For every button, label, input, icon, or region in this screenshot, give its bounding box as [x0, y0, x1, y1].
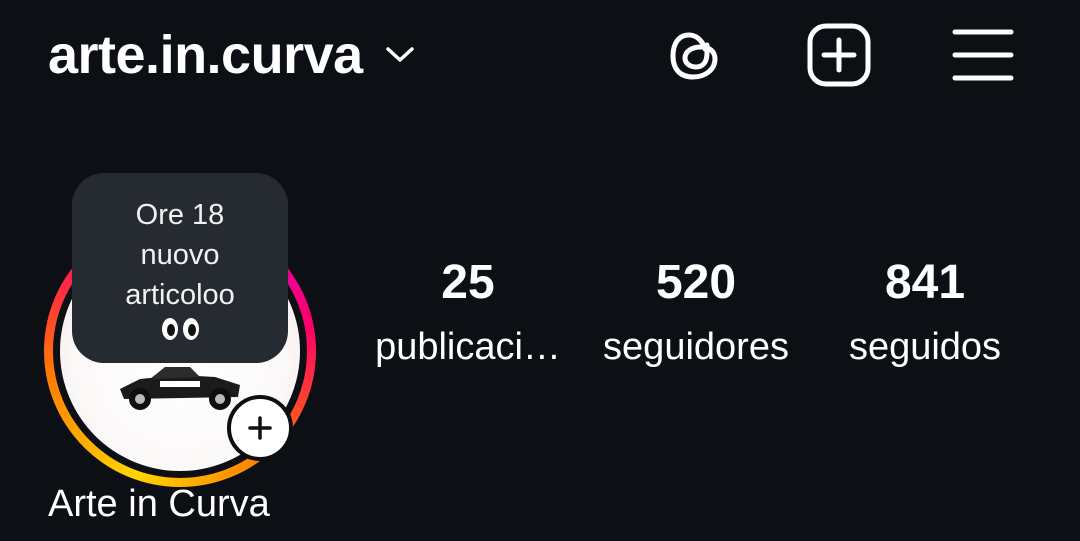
note-text-line: articoloo [125, 279, 235, 311]
menu-icon[interactable] [948, 20, 1018, 90]
posts-count: 25 [441, 256, 495, 309]
threads-icon[interactable] [660, 20, 730, 90]
create-post-icon[interactable] [804, 20, 874, 90]
following-label: seguidos [848, 326, 1002, 368]
following-count: 841 [884, 256, 966, 309]
following-count-stat[interactable]: 841 seguidos [834, 254, 1016, 370]
profile-note-bubble[interactable]: Ore 18 nuovo articoloo [72, 173, 288, 363]
followers-count: 520 [655, 256, 737, 309]
profile-display-name: Arte in Curva [48, 483, 270, 525]
account-switcher[interactable]: arte.in.curva [48, 22, 415, 88]
followers-label: seguidores [603, 326, 789, 368]
add-story-button[interactable] [227, 395, 293, 461]
note-text-line: Ore 18 [135, 199, 225, 231]
followers-count-stat[interactable]: 520 seguidores [590, 254, 802, 370]
username: arte.in.curva [48, 25, 363, 85]
posts-count-stat[interactable]: 25 publicaci… [368, 254, 568, 370]
plus-icon [248, 416, 272, 440]
profile-screen: arte.in.curva Ore 18 nuovo articoloo Art… [0, 0, 1080, 541]
chevron-down-icon [385, 45, 415, 65]
posts-label: publicaci… [375, 326, 561, 368]
eyes-emoji-icon [161, 317, 200, 341]
note-text-line: nuovo [140, 239, 220, 271]
